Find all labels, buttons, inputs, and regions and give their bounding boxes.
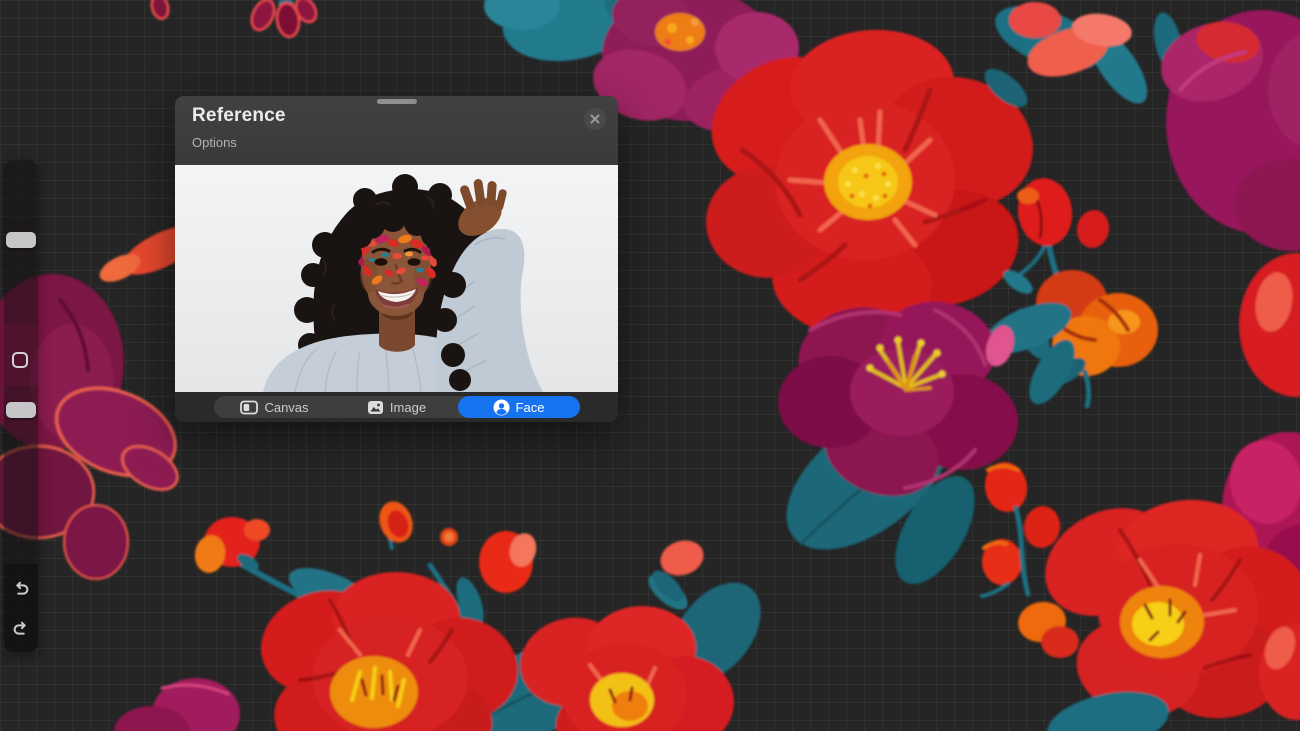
- options-button[interactable]: Options: [192, 135, 237, 150]
- panel-title: Reference: [192, 105, 286, 127]
- tab-canvas[interactable]: Canvas: [214, 396, 336, 418]
- reference-panel: Reference Options: [175, 96, 618, 422]
- reference-photo-image: [175, 165, 618, 392]
- brush-sidebar: [4, 160, 38, 652]
- drag-handle[interactable]: [377, 99, 417, 104]
- undo-button[interactable]: [9, 579, 33, 603]
- undo-icon: [10, 579, 32, 601]
- close-icon: [584, 108, 606, 130]
- tab-image[interactable]: Image: [336, 396, 458, 418]
- close-button[interactable]: [584, 108, 606, 130]
- brush-size-slider-handle[interactable]: [6, 232, 36, 248]
- modify-button[interactable]: [12, 352, 28, 368]
- tab-face-label: Face: [516, 400, 545, 415]
- reference-panel-header: Reference Options: [175, 96, 618, 165]
- canvas-icon: [240, 400, 258, 415]
- image-icon: [367, 400, 384, 415]
- redo-icon: [10, 619, 32, 641]
- procreate-canvas[interactable]: Reference Options: [0, 0, 1300, 731]
- tab-canvas-label: Canvas: [264, 400, 308, 415]
- reference-mode-tabs: Canvas Image: [214, 396, 580, 418]
- reference-panel-footer: Canvas Image: [175, 392, 618, 422]
- tab-image-label: Image: [390, 400, 426, 415]
- redo-button[interactable]: [9, 619, 33, 643]
- reference-photo[interactable]: [175, 165, 618, 392]
- opacity-slider-handle[interactable]: [6, 402, 36, 418]
- face-icon: [493, 399, 510, 416]
- tab-face[interactable]: Face: [458, 396, 580, 418]
